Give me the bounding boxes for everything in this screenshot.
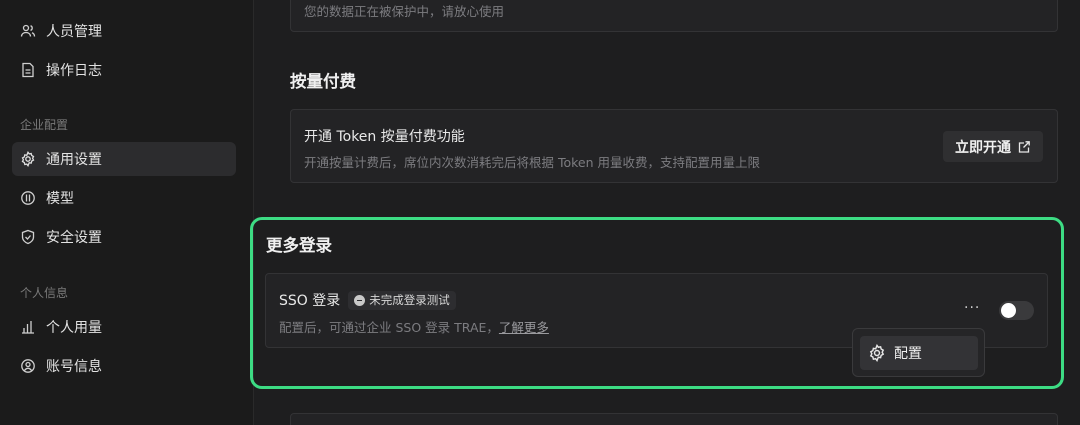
users-icon xyxy=(20,23,36,39)
section-label-personal: 个人信息 xyxy=(20,286,69,300)
sidebar-item-label: 操作日志 xyxy=(46,63,102,79)
sidebar-item-security[interactable]: 安全设置 xyxy=(12,220,236,254)
configure-label: 配置 xyxy=(894,346,922,362)
sidebar-item-logs[interactable]: 操作日志 xyxy=(12,53,236,87)
sidebar-item-members[interactable]: 人员管理 xyxy=(12,14,236,48)
pay-card-title: 开通 Token 按量付费功能 xyxy=(304,129,465,145)
pay-section-title: 按量付费 xyxy=(290,72,356,91)
sidebar-item-label: 模型 xyxy=(46,191,74,207)
sidebar-item-label: 通用设置 xyxy=(46,152,102,168)
enable-pay-label: 立即开通 xyxy=(955,139,1011,156)
sidebar-item-label: 安全设置 xyxy=(46,230,102,246)
sidebar-item-label: 个人用量 xyxy=(46,320,102,336)
configure-menu-item[interactable]: 配置 xyxy=(860,336,978,370)
enable-pay-button[interactable]: 立即开通 xyxy=(943,131,1043,162)
gear-icon xyxy=(20,151,36,167)
sidebar: 人员管理 操作日志 企业配置 通用设置 模型 安全设置 个人信息 个人用量 账号… xyxy=(0,0,254,425)
sidebar-item-label: 账号信息 xyxy=(46,359,102,375)
gear-icon xyxy=(869,344,885,362)
document-icon xyxy=(20,62,36,78)
sidebar-item-model[interactable]: 模型 xyxy=(12,181,236,215)
pay-card-desc: 开通按量计费后，席位内次数消耗完后将根据 Token 用量收费，支持配置用量上限 xyxy=(304,155,761,170)
data-protection-text: 您的数据正在被保护中，请放心使用 xyxy=(304,4,505,19)
next-card xyxy=(290,413,1058,425)
sidebar-item-usage[interactable]: 个人用量 xyxy=(12,310,236,344)
user-circle-icon xyxy=(20,358,36,374)
shield-icon xyxy=(20,229,36,245)
sidebar-item-general-settings[interactable]: 通用设置 xyxy=(12,142,236,176)
data-protection-card: 您的数据正在被保护中，请放心使用 xyxy=(290,0,1058,32)
section-label-enterprise: 企业配置 xyxy=(20,118,69,132)
model-icon xyxy=(20,190,36,206)
options-popover: 配置 xyxy=(852,328,985,377)
sidebar-item-label: 人员管理 xyxy=(46,24,102,40)
bar-chart-icon xyxy=(20,319,36,335)
sidebar-item-account[interactable]: 账号信息 xyxy=(12,349,236,383)
pay-card: 开通 Token 按量付费功能 开通按量计费后，席位内次数消耗完后将根据 Tok… xyxy=(290,109,1058,183)
external-link-icon xyxy=(1018,140,1030,153)
